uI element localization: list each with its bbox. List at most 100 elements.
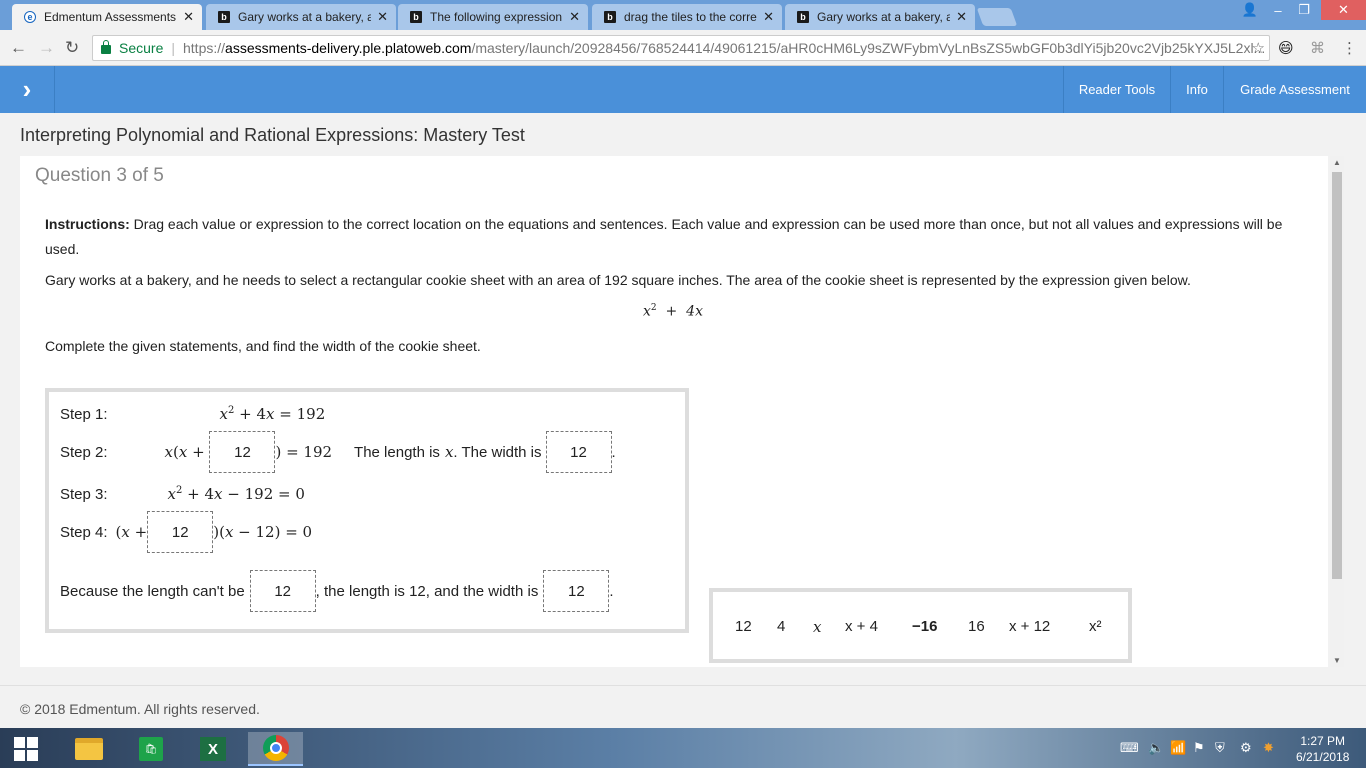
close-tab-icon[interactable]: ✕ [956,9,967,25]
tile-4[interactable]: 4 [777,618,785,635]
info-button[interactable]: Info [1170,66,1223,113]
browser-tab-strip: e Edmentum Assessments ✕ b Gary works at… [0,0,1366,30]
step-4: Step 4: (x + 12 )(x − 12) = 0 [60,511,312,553]
grade-assessment-button[interactable]: Grade Assessment [1223,66,1366,113]
problem-text: Gary works at a bakery, and he needs to … [45,272,1191,288]
period: . [609,582,614,600]
tab-title: Gary works at a bakery, an [238,10,372,24]
browser-tab-4[interactable]: b drag the tiles to the corre ✕ [592,4,782,30]
tray-fox-icon[interactable]: ✸ [1263,740,1274,756]
scroll-up-icon[interactable]: ▲ [1330,158,1344,167]
bookmark-star-icon[interactable]: ☆ [1252,39,1265,57]
browser-tab-edmentum[interactable]: e Edmentum Assessments ✕ [12,4,202,30]
tab-title: drag the tiles to the corre [624,10,757,24]
brainly-favicon-icon: b [604,11,616,23]
secure-indicator[interactable]: Secure [101,39,164,56]
taskbar-clock[interactable]: 1:27 PM 6/21/2018 [1296,733,1349,765]
tray-app-icon[interactable]: ⌨ [1120,740,1139,756]
close-tab-icon[interactable]: ✕ [183,9,194,25]
file-explorer-icon[interactable] [69,732,109,766]
close-tab-icon[interactable]: ✕ [377,9,388,25]
scroll-down-icon[interactable]: ▼ [1330,656,1344,665]
step-label: Step 3: [60,485,108,503]
browser-toolbar: ← → ↻ Secure | https://assessments-deliv… [0,30,1366,66]
instructions-label: Instructions: [45,216,130,232]
address-bar[interactable]: Secure | https://assessments-delivery.pl… [92,35,1270,61]
length-is-text: , the length is 12, and the width is [315,582,539,600]
new-tab-button[interactable] [976,8,1018,26]
edmentum-favicon-icon: e [24,11,36,23]
tray-misc-icon[interactable]: ⚙ [1240,740,1252,756]
tile-negative-16[interactable]: −16 [912,618,937,635]
menu-kebab-icon[interactable]: ⋮ [1342,39,1357,57]
test-title: Interpreting Polynomial and Rational Exp… [20,125,525,145]
width-text: . The width is [453,443,542,461]
windows-start-icon[interactable] [14,737,38,761]
because-text: Because the length can't be [60,582,245,600]
conclusion: Because the length can't be 12 , the len… [60,570,614,612]
instructions-text: Drag each value or expression to the cor… [45,216,1283,257]
tile-x-plus-12[interactable]: x + 12 [1009,618,1050,635]
antivirus-icon[interactable]: ⛨ [1215,740,1225,756]
close-tab-icon[interactable]: ✕ [569,9,580,25]
emoji-extension-icon[interactable]: 😄 [1278,39,1294,57]
reload-icon[interactable]: ↻ [65,38,79,58]
expand-menu-chevron-icon[interactable]: › [0,66,55,113]
tile-x-squared[interactable]: x² [1089,618,1102,635]
divider: | [171,40,175,56]
tile-bank: 12 4 x x + 4 −16 16 x + 12 x² [709,588,1132,663]
url-text: https://assessments-delivery.ple.platowe… [183,40,1269,56]
browser-tab-2[interactable]: b Gary works at a bakery, an ✕ [206,4,396,30]
variable-x: x [444,443,454,461]
excel-icon[interactable]: X [193,732,233,766]
drop-slot-step-2[interactable]: 12 [209,431,276,473]
drop-slot-width[interactable]: 12 [545,431,612,473]
step-1-equation: x2 + 4x = 192 [219,405,326,423]
url-path: /mastery/launch/20928456/768524414/49061… [471,40,1266,56]
store-icon[interactable]: 🛍 [131,732,171,766]
lock-icon [101,39,111,54]
vertical-scrollbar[interactable]: ▲ ▼ [1330,156,1344,667]
brainly-favicon-icon: b [410,11,422,23]
tile-16[interactable]: 16 [968,618,985,635]
restore-icon[interactable]: ❐ [1290,0,1318,20]
network-icon[interactable]: 📶 [1170,740,1186,756]
volume-icon[interactable]: 🔈 [1148,740,1164,756]
browser-tab-3[interactable]: b The following expression ✕ [398,4,588,30]
url-scheme: https:// [183,40,226,56]
flag-icon[interactable]: ⚑ [1193,740,1205,756]
drop-slot-final-width[interactable]: 12 [543,570,610,612]
profile-icon[interactable]: 👤 [1236,0,1264,20]
drop-slot-cant-be[interactable]: 12 [249,570,316,612]
tab-title: Gary works at a bakery, a [817,10,951,24]
step-2-equation-end: ) = 192 [275,443,333,461]
brainly-favicon-icon: b [218,11,230,23]
tile-12[interactable]: 12 [735,618,752,635]
browser-tab-5[interactable]: b Gary works at a bakery, a ✕ [785,4,975,30]
secure-label: Secure [119,40,164,56]
brainly-favicon-icon: b [797,11,809,23]
area-expression: x2 + 4x [643,303,703,320]
scrollbar-thumb[interactable] [1332,172,1342,579]
clock-date: 6/21/2018 [1296,750,1350,764]
tile-x[interactable]: x [813,618,821,636]
chrome-taskbar-icon[interactable] [248,732,303,766]
windows-taskbar: 🛍 X ⌨ 🔈 📶 ⚑ ⛨ ⚙ ✸ 1:27 PM 6/21/2018 [0,728,1366,768]
tile-x-plus-4[interactable]: x + 4 [845,618,878,635]
step-label: Step 4: [60,523,108,541]
forward-arrow-icon[interactable]: → [38,38,55,58]
close-window-icon[interactable]: ✕ [1321,0,1366,20]
back-arrow-icon[interactable]: ← [10,38,27,58]
drop-slot-step-4[interactable]: 12 [147,511,214,553]
app-header: › Reader Tools Info Grade Assessment [0,66,1366,113]
pdf-extension-icon[interactable]: ⌘ [1310,39,1325,57]
period: . [611,443,616,461]
footer: © 2018 Edmentum. All rights reserved. [0,685,1366,728]
reader-tools-button[interactable]: Reader Tools [1063,66,1170,113]
step-4-equation-end: )(x − 12) = 0 [213,523,313,541]
question-number: Question 3 of 5 [35,165,164,186]
length-text: The length is [354,443,440,461]
step-3-equation: x2 + 4x − 192 = 0 [167,485,305,503]
minimize-icon[interactable]: – [1264,0,1292,20]
close-tab-icon[interactable]: ✕ [763,9,774,25]
